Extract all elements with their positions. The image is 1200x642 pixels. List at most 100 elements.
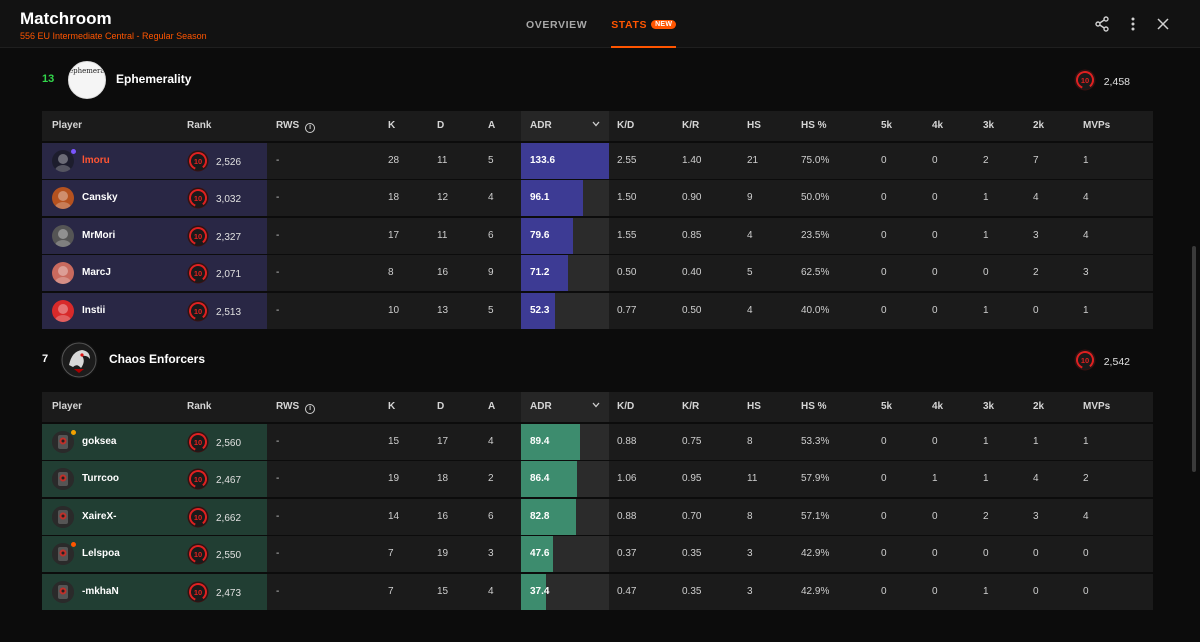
player-name[interactable]: Lelspoa xyxy=(82,548,120,559)
competition-subtitle[interactable]: 556 EU Intermediate Central - Regular Se… xyxy=(20,31,207,41)
tab-stats[interactable]: STATS NEW xyxy=(611,0,677,48)
cell-mvps: 2 xyxy=(1083,473,1089,484)
column-header-3k[interactable]: 3k xyxy=(983,401,994,412)
player-elo: 2,513 xyxy=(216,306,242,318)
player-name[interactable]: XaireX- xyxy=(82,511,116,522)
player-cell[interactable]: Cansky 10 3,032 xyxy=(42,180,267,216)
player-cell[interactable]: goksea 10 2,560 xyxy=(42,423,267,460)
avatar[interactable] xyxy=(52,262,74,284)
avatar[interactable] xyxy=(52,187,74,209)
page-title: Matchroom xyxy=(20,9,112,28)
column-header-adr[interactable]: ADR xyxy=(521,111,609,141)
scrollbar[interactable] xyxy=(1192,246,1196,472)
column-header-4k[interactable]: 4k xyxy=(932,401,943,412)
column-header-mvps[interactable]: MVPs xyxy=(1083,120,1110,131)
player-name[interactable]: MarcJ xyxy=(82,267,111,278)
column-header-d[interactable]: D xyxy=(437,120,444,131)
close-icon[interactable] xyxy=(1153,14,1173,34)
column-header-label: HS xyxy=(747,401,761,412)
player-name[interactable]: Instii xyxy=(82,305,105,316)
cell-kr: 0.75 xyxy=(682,435,702,447)
player-name[interactable]: lmoru xyxy=(82,155,110,166)
cell-assists: 4 xyxy=(488,435,494,447)
cell-hs-percent: 53.3% xyxy=(801,435,830,447)
column-header-k-d[interactable]: K/D xyxy=(617,120,634,131)
player-cell[interactable]: Instii 10 2,513 xyxy=(42,292,267,329)
column-header-d[interactable]: D xyxy=(437,401,444,412)
column-header-adr[interactable]: ADR xyxy=(521,392,609,422)
player-cell[interactable]: Lelspoa 10 2,550 xyxy=(42,536,267,572)
cell-5k: 0 xyxy=(881,267,887,278)
player-cell[interactable]: MarcJ 10 2,071 xyxy=(42,255,267,291)
table-row[interactable]: Instii 10 2,513-10 13 5 0.77 0.50 4 40.0% 0 0 1 0 1 52… xyxy=(42,292,1153,329)
team-header-chaos-enforcers: 7 Chaos Enforcers 10 2,542 xyxy=(42,341,1152,381)
team-name[interactable]: Ephemerality xyxy=(116,72,191,86)
avatar[interactable] xyxy=(52,580,74,603)
column-header-k[interactable]: K xyxy=(388,401,395,412)
column-header-label: Player xyxy=(52,120,83,131)
team-elo-value: 2,458 xyxy=(1103,75,1130,88)
table-row[interactable]: MrMori 10 2,327 - 17 11 6 1.55 0.85 4 23.5% 0 0 1 3 4 79… xyxy=(42,217,1153,254)
column-header-rank[interactable]: Rank xyxy=(187,120,211,131)
column-header-a[interactable]: A xyxy=(488,401,495,412)
more-vertical-icon[interactable] xyxy=(1123,14,1143,34)
column-header-hs[interactable]: HS xyxy=(747,120,761,131)
share-icon[interactable] xyxy=(1092,14,1112,34)
cell-kr: 0.95 xyxy=(682,473,702,484)
team-1-stats-table: Player Rank RWS i K D A ADR K/D K/R HS HS % 5k 4k 3k 2k… xyxy=(42,111,1153,329)
avatar[interactable] xyxy=(52,299,74,322)
table-row[interactable]: goksea 10 2,560 - 15 17 4 0.88 0.75 8 53.3% 0 0 1 1 1 89… xyxy=(42,423,1153,460)
info-icon[interactable]: i xyxy=(305,123,316,133)
column-header-rws[interactable]: RWS i xyxy=(276,120,316,133)
player-cell[interactable]: lmoru 10 2,526 xyxy=(42,142,267,179)
cell-headshots: 9 xyxy=(747,192,753,203)
player-cell[interactable]: XaireX- 10 2,662 xyxy=(42,498,267,535)
column-header-rws[interactable]: RWS i xyxy=(276,401,316,414)
cell-headshots: 8 xyxy=(747,510,753,522)
tab-overview[interactable]: OVERVIEW xyxy=(526,0,587,48)
player-rank: 10 2,327 xyxy=(187,225,241,250)
table-row[interactable]: Lelspoa 10 2,550 - 7 19 3 0.37 0.35 3 42.9% 0 0 0 0 0 47… xyxy=(42,536,1153,572)
info-icon[interactable]: i xyxy=(305,404,316,414)
column-header-player[interactable]: Player xyxy=(52,120,82,131)
avatar[interactable] xyxy=(52,468,74,490)
column-header-4k[interactable]: 4k xyxy=(932,120,943,131)
table-row[interactable]: Turrcoo 10 2,467-19 18 2 1.06 0.95 11 57.9% 0 1 1 4 2… xyxy=(42,461,1153,497)
cell-5k: 0 xyxy=(881,548,887,559)
column-header-5k[interactable]: 5k xyxy=(881,120,892,131)
column-header-k-r[interactable]: K/R xyxy=(682,401,699,412)
column-header-2k[interactable]: 2k xyxy=(1033,401,1044,412)
table-row[interactable]: lmoru 10 2,526 - 28 11 5 2.55 1.40 21 75.0% 0 0 2 7 1 13… xyxy=(42,142,1153,179)
player-cell[interactable]: Turrcoo 10 2,467 xyxy=(42,461,267,497)
column-header-5k[interactable]: 5k xyxy=(881,401,892,412)
column-header-k[interactable]: K xyxy=(388,120,395,131)
column-header-2k[interactable]: 2k xyxy=(1033,120,1044,131)
cell-4k: 0 xyxy=(932,267,938,278)
player-name[interactable]: goksea xyxy=(82,436,116,447)
column-header-k-r[interactable]: K/R xyxy=(682,120,699,131)
table-row[interactable]: Cansky 10 3,032 - 18 12 4 1.50 0.90 9 50.0% 0 0 1 4 4 96… xyxy=(42,180,1153,216)
column-header-hs[interactable]: HS % xyxy=(801,120,827,131)
column-header-3k[interactable]: 3k xyxy=(983,120,994,131)
player-name[interactable]: MrMori xyxy=(82,230,115,241)
player-name[interactable]: Turrcoo xyxy=(82,473,119,484)
column-header-label: MVPs xyxy=(1083,401,1111,412)
player-name[interactable]: Cansky xyxy=(82,192,118,203)
player-cell[interactable]: -mkhaN 10 2,473 xyxy=(42,573,267,610)
table-row[interactable]: -mkhaN 10 2,473-7 15 4 0.47 0.35 3 42.9% 0 0 1 0 0 37.… xyxy=(42,573,1153,610)
player-cell[interactable]: MrMori 10 2,327 xyxy=(42,217,267,254)
avatar[interactable] xyxy=(52,505,74,528)
column-header-k-d[interactable]: K/D xyxy=(617,401,634,412)
table-row[interactable]: XaireX- 10 2,662 - 14 16 6 0.88 0.70 8 57.1% 0 0 2 3 4 8… xyxy=(42,498,1153,535)
team-name[interactable]: Chaos Enforcers xyxy=(109,352,205,366)
column-header-mvps[interactable]: MVPs xyxy=(1083,401,1110,412)
column-header-hs[interactable]: HS xyxy=(747,401,761,412)
column-header-player[interactable]: Player xyxy=(52,401,82,412)
column-header-a[interactable]: A xyxy=(488,120,495,131)
column-header-label: HS % xyxy=(801,120,827,131)
column-header-hs[interactable]: HS % xyxy=(801,401,827,412)
avatar[interactable] xyxy=(52,224,74,247)
column-header-rank[interactable]: Rank xyxy=(187,401,211,412)
table-row[interactable]: MarcJ 10 2,071 - 8 16 9 0.50 0.40 5 62.5% 0 0 0 2 3 71.2 xyxy=(42,255,1153,291)
player-name[interactable]: -mkhaN xyxy=(82,586,119,597)
